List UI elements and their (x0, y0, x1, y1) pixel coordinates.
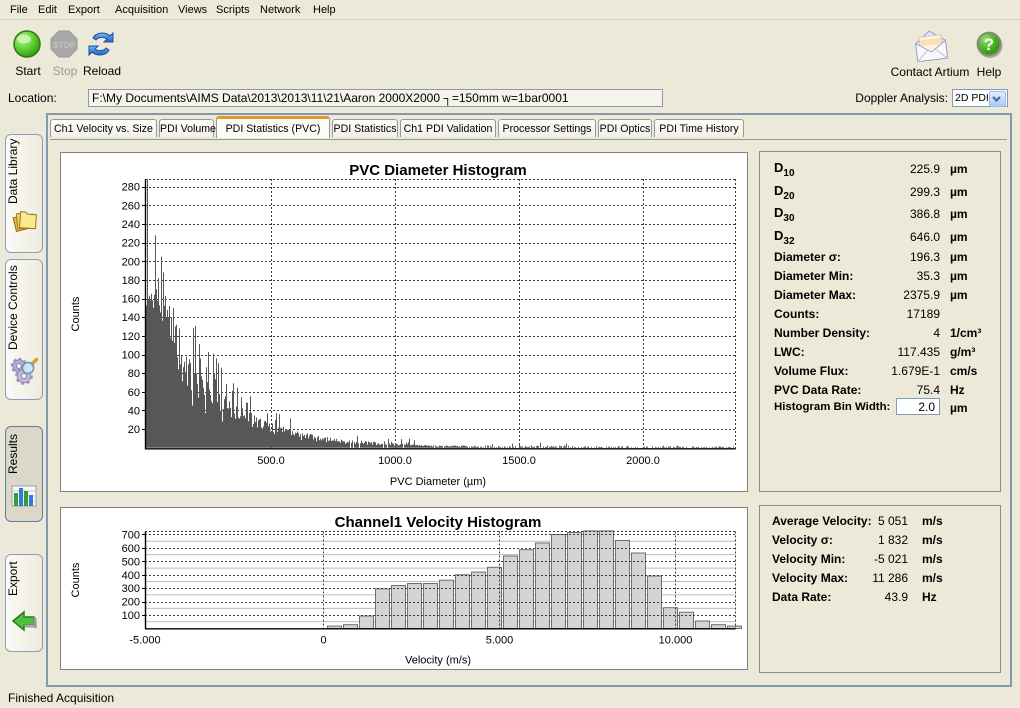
svg-text:100: 100 (122, 610, 140, 622)
svg-text:Velocity (m/s): Velocity (m/s) (405, 655, 471, 667)
svg-text:80: 80 (128, 368, 140, 380)
svg-text:160: 160 (122, 294, 140, 306)
svg-text:20: 20 (128, 424, 140, 436)
svg-text:500.0: 500.0 (257, 455, 285, 467)
svg-text:400: 400 (122, 570, 140, 582)
svg-text:PVC Diameter Histogram: PVC Diameter Histogram (349, 162, 527, 179)
svg-text:STOP: STOP (53, 41, 75, 50)
svg-text:260: 260 (122, 200, 140, 212)
svg-text:Counts: Counts (70, 296, 82, 331)
svg-text:Counts: Counts (70, 562, 82, 597)
svg-text:220: 220 (122, 238, 140, 250)
svg-text:40: 40 (128, 405, 140, 417)
svg-text:5.000: 5.000 (486, 635, 514, 647)
svg-text:Channel1 Velocity Histogram: Channel1 Velocity Histogram (335, 514, 542, 531)
svg-text:?: ? (984, 35, 994, 54)
svg-text:1500.0: 1500.0 (502, 455, 536, 467)
svg-text:600: 600 (122, 543, 140, 555)
svg-text:120: 120 (122, 331, 140, 343)
svg-text:60: 60 (128, 387, 140, 399)
svg-text:-5.000: -5.000 (129, 635, 160, 647)
svg-text:100: 100 (122, 350, 140, 362)
svg-text:280: 280 (122, 182, 140, 194)
svg-text:180: 180 (122, 275, 140, 287)
svg-text:PVC Diameter (µm): PVC Diameter (µm) (390, 476, 486, 488)
svg-text:200: 200 (122, 597, 140, 609)
svg-text:500: 500 (122, 556, 140, 568)
svg-text:140: 140 (122, 312, 140, 324)
svg-text:10.000: 10.000 (659, 635, 693, 647)
svg-text:240: 240 (122, 219, 140, 231)
svg-text:700: 700 (122, 530, 140, 542)
svg-text:1000.0: 1000.0 (378, 455, 412, 467)
svg-text:200: 200 (122, 256, 140, 268)
svg-text:2000.0: 2000.0 (626, 455, 660, 467)
svg-text:300: 300 (122, 583, 140, 595)
svg-text:0: 0 (320, 635, 326, 647)
